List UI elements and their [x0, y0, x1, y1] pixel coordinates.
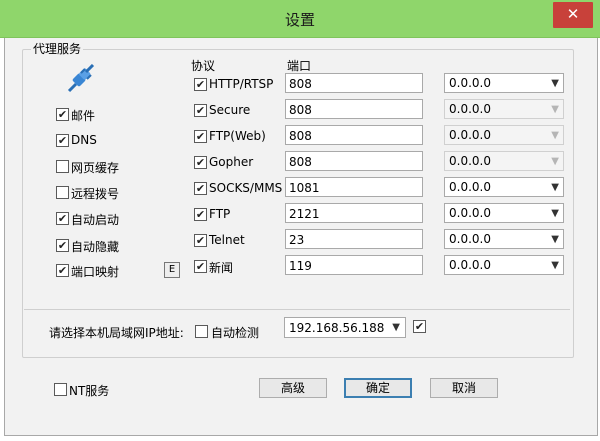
chevron-down-icon: ▼ [551, 208, 559, 219]
chevron-down-icon: ▼ [551, 130, 559, 141]
window-title: 设置 [284, 11, 315, 29]
port-input[interactable]: 119 [285, 255, 423, 275]
close-button[interactable]: ✕ [553, 2, 593, 28]
protocol-checkbox[interactable] [194, 156, 207, 169]
protocol-checkbox[interactable] [194, 104, 207, 117]
port-input[interactable]: 1081 [285, 177, 423, 197]
bind-ip-value: 0.0.0.0 [449, 258, 491, 272]
bind-ip-value: 0.0.0.0 [449, 232, 491, 246]
port-input[interactable]: 23 [285, 229, 423, 249]
port-input[interactable]: 2121 [285, 203, 423, 223]
plug-icon [67, 64, 95, 93]
protocol-label: Telnet [209, 233, 245, 247]
cancel-button[interactable]: 取消 [430, 378, 498, 398]
chevron-down-icon: ▼ [551, 182, 559, 193]
port-input[interactable]: 808 [285, 73, 423, 93]
option-checkbox[interactable] [56, 134, 69, 147]
chevron-down-icon: ▼ [551, 260, 559, 271]
group-legend: 代理服务 [31, 40, 84, 57]
protocol-label: FTP [209, 207, 231, 221]
auto-detect-checkbox[interactable] [195, 325, 208, 338]
option-label: 网页缓存 [71, 161, 120, 175]
protocol-label: HTTP/RTSP [209, 77, 274, 91]
option-label: 远程拨号 [71, 187, 120, 201]
protocol-label: Secure [209, 103, 251, 117]
lan-ip-value: 192.168.56.188 [289, 321, 385, 335]
bind-ip-select[interactable]: 0.0.0.0 ▼ [444, 73, 564, 93]
protocol-checkbox[interactable] [194, 208, 207, 221]
bind-ip-select[interactable]: 0.0.0.0 ▼ [444, 99, 564, 119]
bind-ip-select[interactable]: 0.0.0.0 ▼ [444, 203, 564, 223]
protocol-checkbox[interactable] [194, 78, 207, 91]
bind-ip-value: 0.0.0.0 [449, 128, 491, 142]
separator [24, 309, 570, 310]
advanced-button[interactable]: 高级 [259, 378, 327, 398]
option-checkbox[interactable] [56, 108, 69, 121]
protocol-label: Gopher [209, 155, 254, 169]
option-checkbox[interactable] [56, 160, 69, 173]
option-checkbox[interactable] [56, 186, 69, 199]
bind-ip-select[interactable]: 0.0.0.0 ▼ [444, 177, 564, 197]
bind-ip-select[interactable]: 0.0.0.0 ▼ [444, 125, 564, 145]
port-input[interactable]: 808 [285, 151, 423, 171]
nt-service-checkbox[interactable] [54, 383, 67, 396]
bind-ip-select[interactable]: 0.0.0.0 ▼ [444, 151, 564, 171]
protocol-checkbox[interactable] [194, 182, 207, 195]
option-checkbox[interactable] [56, 212, 69, 225]
port-mapping-edit-button[interactable]: E [164, 262, 180, 278]
chevron-down-icon: ▼ [551, 156, 559, 167]
protocol-checkbox[interactable] [194, 130, 207, 143]
lan-ip-prompt: 请选择本机局域网IP地址: [49, 326, 184, 340]
bind-ip-select[interactable]: 0.0.0.0 ▼ [444, 255, 564, 275]
option-label: DNS [71, 133, 97, 147]
bind-ip-select[interactable]: 0.0.0.0 ▼ [444, 229, 564, 249]
bind-ip-value: 0.0.0.0 [449, 76, 491, 90]
option-checkbox[interactable] [56, 239, 69, 252]
lan-ip-select[interactable]: 192.168.56.188 ▼ [284, 317, 406, 338]
bind-ip-value: 0.0.0.0 [449, 102, 491, 116]
protocol-label: SOCKS/MMS [209, 181, 283, 195]
bind-ip-value: 0.0.0.0 [449, 180, 491, 194]
lan-ip-checkbox[interactable] [413, 320, 426, 333]
auto-detect-label: 自动检测 [211, 326, 260, 340]
option-label: 自动隐藏 [71, 240, 120, 254]
chevron-down-icon: ▼ [551, 104, 559, 115]
port-header: 端口 [287, 59, 312, 73]
port-input[interactable]: 808 [285, 99, 423, 119]
chevron-down-icon: ▼ [551, 78, 559, 89]
option-label: 端口映射 [71, 265, 120, 279]
chevron-down-icon: ▼ [551, 234, 559, 245]
title-bar[interactable]: 设置 ✕ [0, 0, 600, 38]
ok-button[interactable]: 确定 [344, 378, 412, 398]
protocol-header: 协议 [191, 59, 216, 73]
option-checkbox[interactable] [56, 264, 69, 277]
port-input[interactable]: 808 [285, 125, 423, 145]
protocol-checkbox[interactable] [194, 234, 207, 247]
option-label: 自动启动 [71, 213, 120, 227]
protocol-label: 新闻 [209, 261, 234, 275]
protocol-checkbox[interactable] [194, 260, 207, 273]
protocol-label: FTP(Web) [209, 129, 266, 143]
chevron-down-icon: ▼ [392, 322, 400, 333]
bind-ip-value: 0.0.0.0 [449, 206, 491, 220]
close-icon: ✕ [566, 5, 580, 23]
nt-service-label: NT服务 [69, 384, 110, 398]
bind-ip-value: 0.0.0.0 [449, 154, 491, 168]
option-label: 邮件 [71, 109, 96, 123]
